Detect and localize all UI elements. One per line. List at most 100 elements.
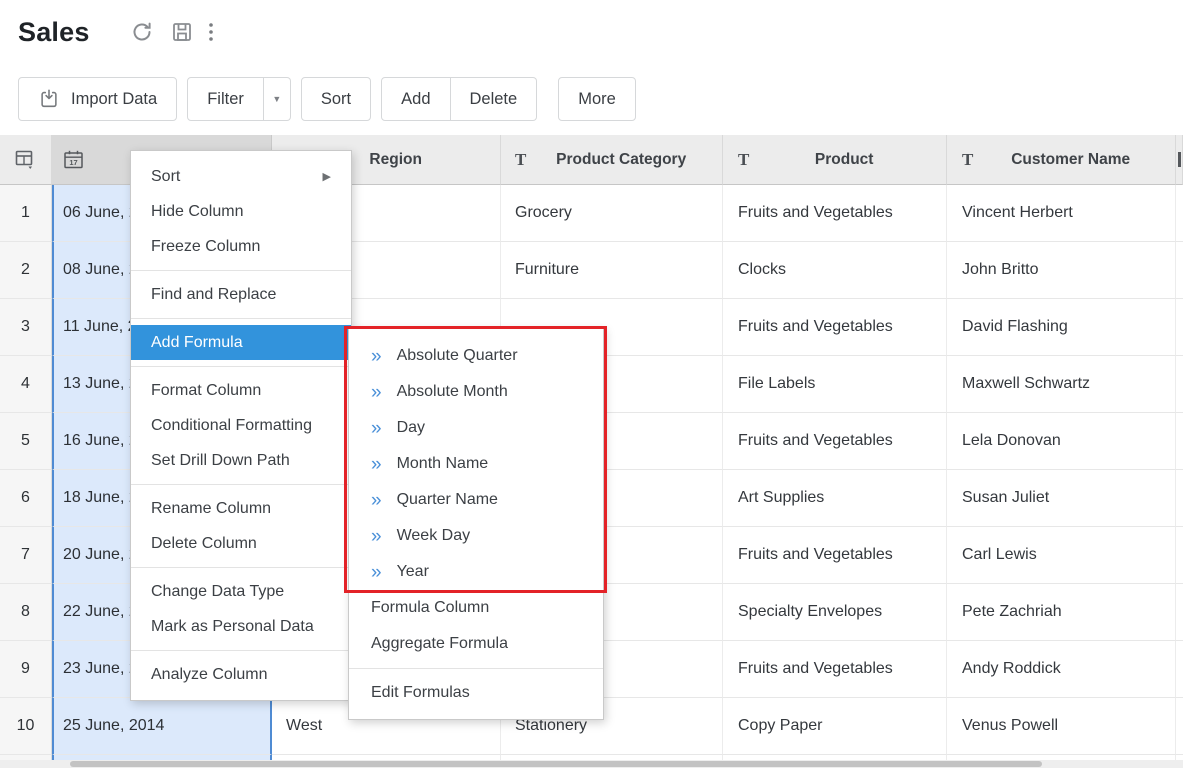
menu-item-rename-column[interactable]: Rename Column xyxy=(131,491,351,526)
cell-product[interactable]: Fruits and Vegetables xyxy=(723,413,947,470)
menu-divider xyxy=(131,366,351,367)
menu-item-sort[interactable]: Sort ▶ xyxy=(131,159,351,194)
filter-button[interactable]: Filter xyxy=(187,77,264,121)
cell-product[interactable]: Fruits and Vegetables xyxy=(723,185,947,242)
submenu-item-day[interactable]: » Day xyxy=(349,410,603,446)
row-number[interactable]: 9 xyxy=(0,641,52,698)
import-icon xyxy=(38,88,60,110)
scrollbar-thumb[interactable] xyxy=(70,761,1042,767)
double-chevron-icon: » xyxy=(371,455,382,474)
menu-item-find-and-replace[interactable]: Find and Replace xyxy=(131,277,351,312)
save-icon[interactable] xyxy=(170,20,194,44)
cell-product-category[interactable]: Furniture xyxy=(501,242,723,299)
row-number[interactable]: 1 xyxy=(0,185,52,242)
menu-item-format-column[interactable]: Format Column xyxy=(131,373,351,408)
menu-item-freeze-column[interactable]: Freeze Column xyxy=(131,229,351,264)
row-number[interactable]: 5 xyxy=(0,413,52,470)
text-type-icon: T xyxy=(962,150,973,170)
import-data-button[interactable]: Import Data xyxy=(18,77,177,121)
more-label: More xyxy=(578,90,616,109)
cell-clipped xyxy=(1176,584,1183,641)
kebab-menu-icon[interactable] xyxy=(208,20,214,44)
cell-customer-name[interactable]: Pete Zachriah xyxy=(947,584,1176,641)
menu-item-add-formula[interactable]: Add Formula xyxy=(131,325,351,360)
more-button[interactable]: More xyxy=(558,77,636,121)
cell-product[interactable]: Art Supplies xyxy=(723,470,947,527)
import-data-label: Import Data xyxy=(71,90,157,109)
app-window: Sales Import Data xyxy=(0,0,1183,768)
row-number[interactable]: 6 xyxy=(0,470,52,527)
cell-clipped xyxy=(1176,527,1183,584)
cell-customer-name[interactable]: Andy Roddick xyxy=(947,641,1176,698)
row-number[interactable]: 8 xyxy=(0,584,52,641)
cell-customer-name[interactable]: Venus Powell xyxy=(947,698,1176,755)
double-chevron-icon: » xyxy=(371,383,382,402)
row-number[interactable]: 4 xyxy=(0,356,52,413)
menu-item-mark-as-personal-data[interactable]: Mark as Personal Data xyxy=(131,609,351,644)
column-header-customer-name[interactable]: T Customer Name xyxy=(947,135,1176,185)
cell-product-category[interactable]: Grocery xyxy=(501,185,723,242)
column-header-product-category[interactable]: T Product Category xyxy=(501,135,723,185)
add-label: Add xyxy=(401,90,430,109)
double-chevron-icon: » xyxy=(371,527,382,546)
column-header-label: Product Category xyxy=(534,151,708,169)
cell-customer-name[interactable]: Vincent Herbert xyxy=(947,185,1176,242)
submenu-item-month-name[interactable]: » Month Name xyxy=(349,446,603,482)
cell-clipped xyxy=(1176,242,1183,299)
cell-customer-name[interactable]: Susan Juliet xyxy=(947,470,1176,527)
menu-item-delete-column[interactable]: Delete Column xyxy=(131,526,351,561)
cell-customer-name[interactable]: Lela Donovan xyxy=(947,413,1176,470)
row-number[interactable]: 7 xyxy=(0,527,52,584)
submenu-item-quarter-name[interactable]: » Quarter Name xyxy=(349,482,603,518)
title-bar: Sales xyxy=(18,8,214,56)
menu-item-hide-column[interactable]: Hide Column xyxy=(131,194,351,229)
cell-clipped xyxy=(1176,641,1183,698)
submenu-item-absolute-quarter[interactable]: » Absolute Quarter xyxy=(349,338,603,374)
sort-button[interactable]: Sort xyxy=(301,77,371,121)
column-header-clipped xyxy=(1176,135,1183,185)
submenu-item-formula-column[interactable]: Formula Column xyxy=(349,590,603,626)
menu-item-conditional-formatting[interactable]: Conditional Formatting xyxy=(131,408,351,443)
menu-item-set-drill-down-path[interactable]: Set Drill Down Path xyxy=(131,443,351,478)
cell-product[interactable]: Fruits and Vegetables xyxy=(723,641,947,698)
row-number[interactable]: 2 xyxy=(0,242,52,299)
cell-customer-name[interactable]: Maxwell Schwartz xyxy=(947,356,1176,413)
cell-product[interactable]: File Labels xyxy=(723,356,947,413)
menu-item-change-data-type[interactable]: Change Data Type xyxy=(131,574,351,609)
row-number[interactable]: 3 xyxy=(0,299,52,356)
submenu-item-absolute-month[interactable]: » Absolute Month xyxy=(349,374,603,410)
submenu-item-aggregate-formula[interactable]: Aggregate Formula xyxy=(349,626,603,662)
text-type-icon: T xyxy=(738,150,749,170)
cell-product[interactable]: Fruits and Vegetables xyxy=(723,527,947,584)
column-header-product[interactable]: T Product xyxy=(723,135,947,185)
delete-button[interactable]: Delete xyxy=(451,77,538,121)
cell-customer-name[interactable]: Carl Lewis xyxy=(947,527,1176,584)
submenu-item-edit-formulas[interactable]: Edit Formulas xyxy=(349,675,603,711)
filter-dropdown-button[interactable]: ▼ xyxy=(264,77,291,121)
add-formula-submenu: » Absolute Quarter » Absolute Month » Da… xyxy=(348,327,604,720)
submenu-item-year[interactable]: » Year xyxy=(349,554,603,590)
filter-label: Filter xyxy=(207,90,244,109)
add-button[interactable]: Add xyxy=(381,77,450,121)
cell-product[interactable]: Specialty Envelopes xyxy=(723,584,947,641)
toolbar: Import Data Filter ▼ Sort Add Delete Mor… xyxy=(18,77,636,121)
cell-customer-name[interactable]: John Britto xyxy=(947,242,1176,299)
table-select-icon xyxy=(13,148,38,171)
cell-product[interactable]: Clocks xyxy=(723,242,947,299)
refresh-icon[interactable] xyxy=(130,20,154,44)
cell-product[interactable]: Copy Paper xyxy=(723,698,947,755)
cell-clipped xyxy=(1176,698,1183,755)
menu-item-analyze-column[interactable]: Analyze Column xyxy=(131,657,351,692)
column-context-menu: Sort ▶ Hide Column Freeze Column Find an… xyxy=(130,150,352,701)
submenu-item-week-day[interactable]: » Week Day xyxy=(349,518,603,554)
select-all-corner[interactable] xyxy=(0,135,52,185)
cell-product[interactable]: Fruits and Vegetables xyxy=(723,299,947,356)
menu-divider xyxy=(131,270,351,271)
cell-date[interactable]: 25 June, 2014 xyxy=(52,698,272,755)
cell-customer-name[interactable]: David Flashing xyxy=(947,299,1176,356)
filter-split-button: Filter ▼ xyxy=(187,77,291,121)
cell-clipped xyxy=(1176,356,1183,413)
row-number[interactable]: 10 xyxy=(0,698,52,755)
submenu-arrow-icon: ▶ xyxy=(323,170,331,183)
cell-clipped xyxy=(1176,470,1183,527)
